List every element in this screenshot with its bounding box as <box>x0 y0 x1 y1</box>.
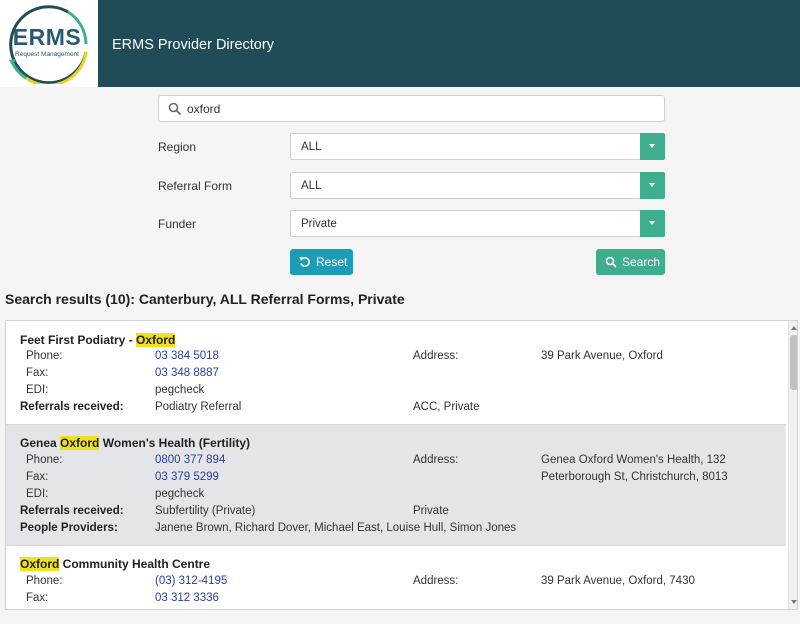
results-heading: Search results (10): Canterbury, ALL Ref… <box>5 291 405 307</box>
provider-name-prefix: Genea <box>20 436 61 450</box>
edi-label: EDI: <box>26 488 49 500</box>
fax-label: Fax: <box>26 592 49 604</box>
app-header: ERMS Request Management ERMS Provider Di… <box>0 0 800 87</box>
scroll-up-arrow-icon[interactable] <box>791 326 797 330</box>
funder-select-value: Private <box>301 218 337 230</box>
fax-link[interactable]: 03 348 8887 <box>155 367 219 379</box>
address-label: Address: <box>413 575 459 587</box>
referrals-value: Podiatry Referral <box>155 401 242 413</box>
results-list: Feet First Podiatry - Oxford Phone: 03 3… <box>5 320 798 610</box>
referrals-label: Referrals received: <box>20 401 124 413</box>
provider-name[interactable]: Feet First Podiatry - Oxford <box>20 333 176 347</box>
region-label: Region <box>158 140 197 154</box>
page-title: ERMS Provider Directory <box>112 37 274 53</box>
funder-label: Funder <box>158 217 197 231</box>
logo-subtext: Request Management <box>15 51 79 58</box>
search-input[interactable] <box>187 100 657 118</box>
chevron-down-icon[interactable] <box>640 133 665 160</box>
scrollbar-thumb[interactable] <box>790 335 797 390</box>
edi-value: pegcheck <box>155 384 205 396</box>
chevron-down-icon[interactable] <box>640 172 665 199</box>
fax-label: Fax: <box>26 471 49 483</box>
phone-link[interactable]: (03) 312-4195 <box>155 575 227 587</box>
search-icon <box>605 256 617 268</box>
referrals-label: Referrals received: <box>20 505 124 517</box>
fax-link[interactable]: 03 379 5299 <box>155 471 219 483</box>
phone-label: Phone: <box>26 350 63 362</box>
result-item[interactable]: Genea Oxford Women's Health (Fertility) … <box>6 425 786 546</box>
region-select[interactable]: ALL <box>290 133 665 160</box>
search-box[interactable] <box>158 95 665 122</box>
people-providers-value: Janene Brown, Richard Dover, Michael Eas… <box>155 522 517 534</box>
address-label: Address: <box>413 454 459 466</box>
title-bar: ERMS Provider Directory <box>98 0 800 87</box>
search-highlight: Oxford <box>20 557 60 571</box>
provider-name-suffix: Community Health Centre <box>59 557 211 571</box>
phone-link[interactable]: 03 384 5018 <box>155 350 219 362</box>
undo-icon <box>299 257 310 267</box>
people-providers-label: People Providers: <box>20 522 118 534</box>
phone-label: Phone: <box>26 575 63 587</box>
search-button[interactable]: Search <box>596 249 665 275</box>
address-value: 39 Park Avenue, Oxford <box>541 350 663 362</box>
scroll-down-arrow-icon[interactable] <box>791 600 797 604</box>
referral-form-label: Referral Form <box>158 179 233 193</box>
search-icon <box>168 102 182 116</box>
edi-label: EDI: <box>26 384 49 396</box>
fax-label: Fax: <box>26 367 49 379</box>
result-item[interactable]: Feet First Podiatry - Oxford Phone: 03 3… <box>6 321 786 425</box>
logo-text: ERMS <box>12 24 82 50</box>
referral-form-select-value: ALL <box>301 180 322 192</box>
address-value-line2: Peterborough St, Christchurch, 8013 <box>541 471 728 483</box>
address-value: 39 Park Avenue, Oxford, 7430 <box>541 575 695 587</box>
phone-link[interactable]: 0800 377 894 <box>155 454 225 466</box>
search-highlight: Oxford <box>136 333 176 347</box>
address-value: Genea Oxford Women's Health, 132 <box>541 454 726 466</box>
provider-name[interactable]: Genea Oxford Women's Health (Fertility) <box>20 436 250 450</box>
provider-name-prefix: Feet First Podiatry - <box>20 333 137 347</box>
funder-select[interactable]: Private <box>290 210 665 237</box>
reset-button-label: Reset <box>316 255 348 269</box>
chevron-down-icon[interactable] <box>640 210 665 237</box>
reset-button[interactable]: Reset <box>290 249 353 275</box>
funders-value: ACC, Private <box>413 401 480 413</box>
address-label: Address: <box>413 350 459 362</box>
referral-form-select[interactable]: ALL <box>290 172 665 199</box>
result-item[interactable]: Oxford Community Health Centre Phone: (0… <box>6 546 786 609</box>
phone-label: Phone: <box>26 454 63 466</box>
referrals-value: Subfertility (Private) <box>155 505 256 517</box>
funders-value: Private <box>413 505 449 517</box>
results-scrollbar[interactable] <box>788 321 797 609</box>
search-highlight: Oxford <box>60 436 100 450</box>
provider-name-suffix: Women's Health (Fertility) <box>99 436 251 450</box>
provider-name[interactable]: Oxford Community Health Centre <box>20 557 210 571</box>
erms-logo[interactable]: ERMS Request Management <box>0 0 98 87</box>
search-button-label: Search <box>622 255 661 269</box>
fax-link[interactable]: 03 312 3336 <box>155 592 219 604</box>
edi-value: pegcheck <box>155 488 205 500</box>
region-select-value: ALL <box>301 141 322 153</box>
